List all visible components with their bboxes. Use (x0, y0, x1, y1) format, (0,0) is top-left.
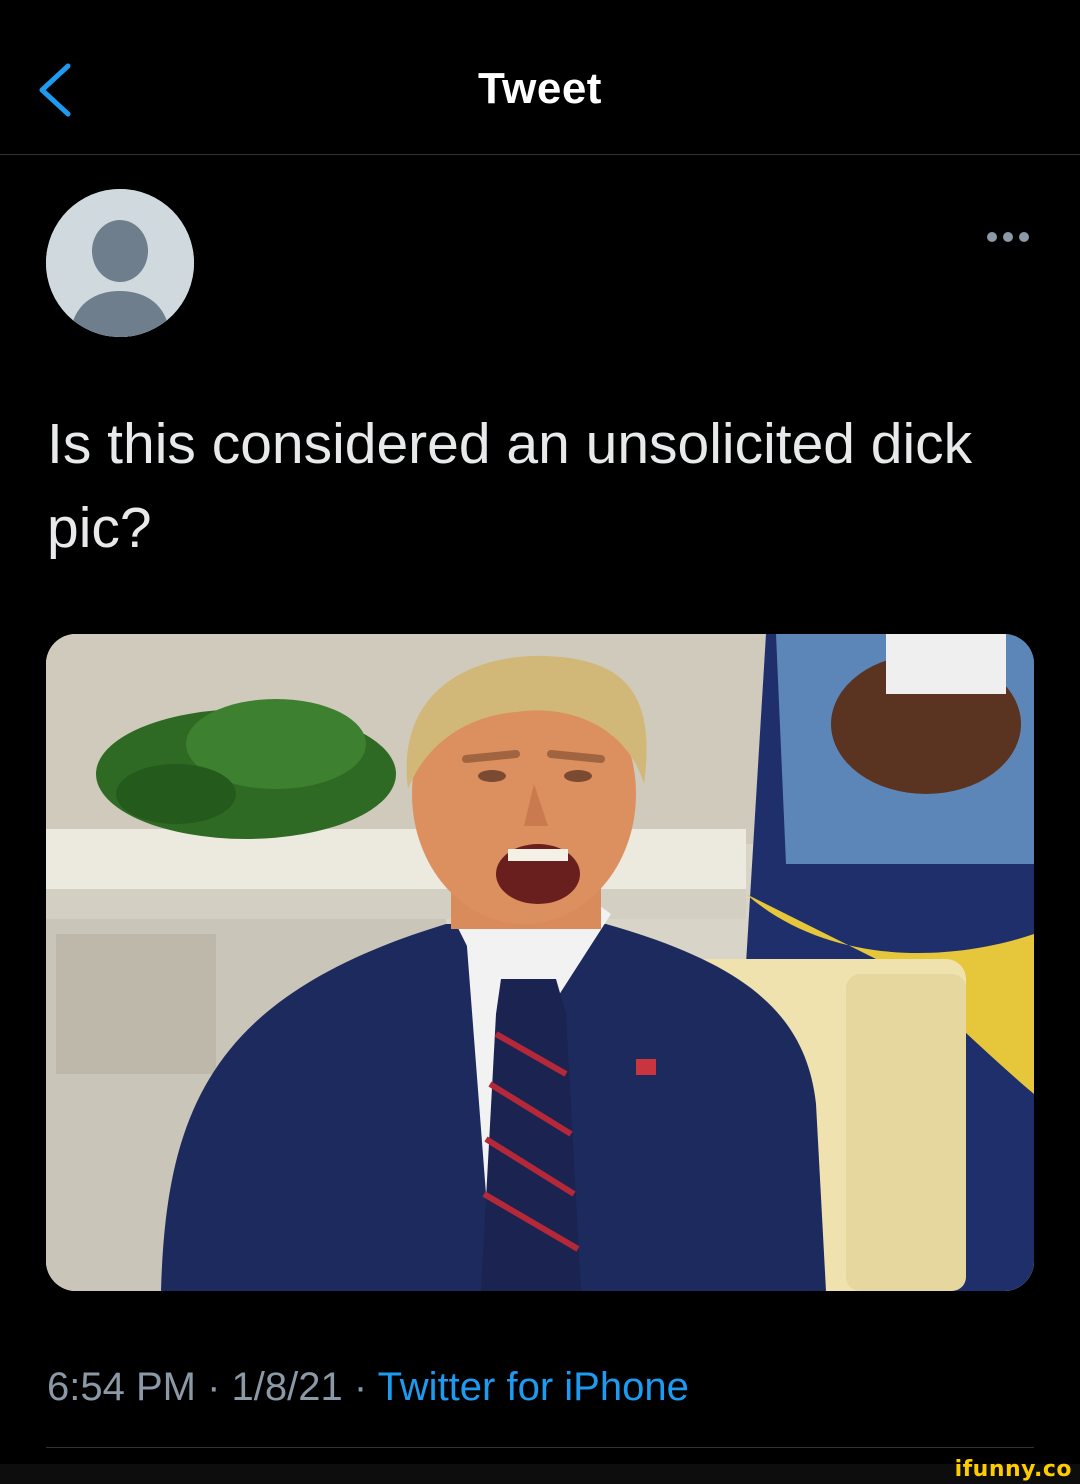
tweet-meta: 6:54 PM · 1/8/21 · Twitter for iPhone (47, 1361, 689, 1413)
nav-bar: Tweet (0, 0, 1080, 155)
avatar[interactable] (46, 189, 194, 337)
meta-separator: · (342, 1365, 378, 1409)
page-title: Tweet (478, 64, 602, 113)
photo-man-shouting-in-office (46, 634, 1034, 1291)
tweet-text: Is this considered an unsolicited dick p… (47, 412, 973, 560)
ellipsis-icon (987, 232, 1029, 242)
more-options-button[interactable] (978, 222, 1038, 252)
divider (46, 1447, 1034, 1448)
meta-separator: · (195, 1365, 232, 1409)
tweet-media[interactable] (46, 634, 1034, 1291)
tweet-time: 6:54 PM (47, 1365, 196, 1409)
ifunny-watermark-logo: ifunny.co (954, 1457, 1072, 1482)
tweet-date: 1/8/21 (231, 1365, 343, 1409)
bottom-bar: ifunny.co (0, 1458, 1080, 1484)
tweet-source-link[interactable]: Twitter for iPhone (378, 1365, 689, 1409)
default-avatar-icon (46, 189, 194, 337)
